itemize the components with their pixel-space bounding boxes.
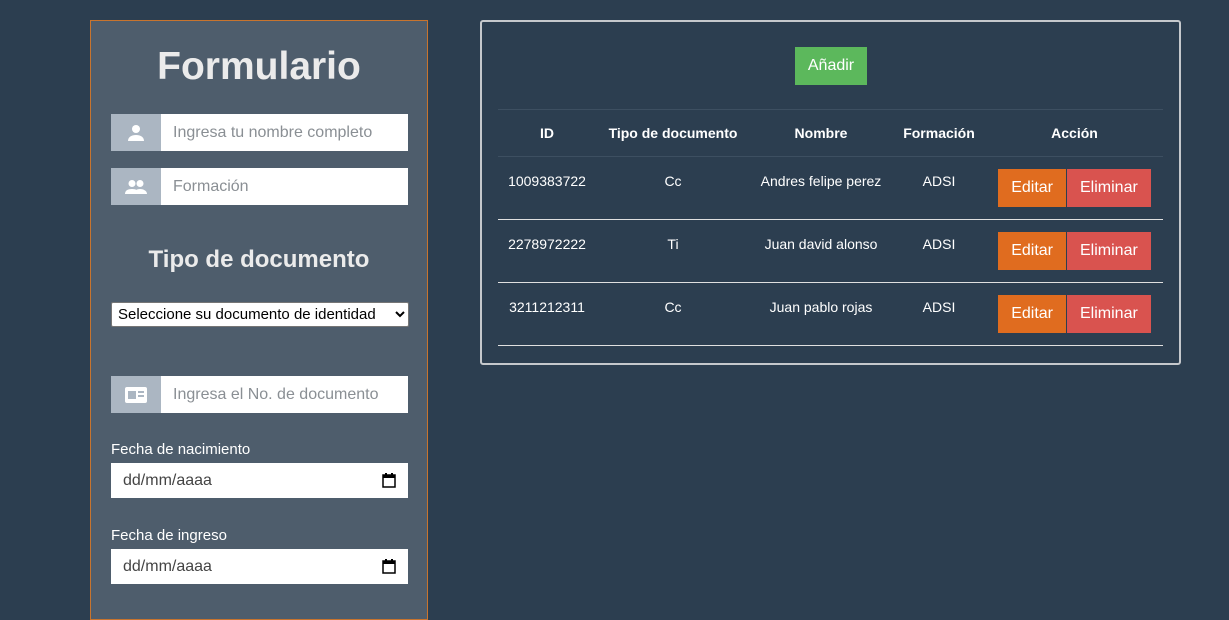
cell-id: 3211212311	[498, 282, 596, 346]
header-name: Nombre	[750, 109, 892, 157]
cell-doc-type: Cc	[596, 282, 750, 346]
user-icon	[111, 114, 161, 151]
cell-name: Juan pablo rojas	[750, 282, 892, 346]
cell-actions: Editar Eliminar	[986, 282, 1163, 346]
cell-id: 2278972222	[498, 219, 596, 283]
doc-number-input-group	[111, 376, 408, 413]
name-input[interactable]	[161, 114, 408, 151]
calendar-icon[interactable]	[382, 473, 396, 488]
header-id: ID	[498, 109, 596, 157]
calendar-icon[interactable]	[382, 559, 396, 574]
cell-actions: Editar Eliminar	[986, 156, 1163, 220]
birth-date-input[interactable]: dd/mm/aaaa	[111, 463, 408, 498]
records-card: Añadir ID Tipo de documento Nombre Forma…	[480, 20, 1181, 365]
table-row: 1009383722 Cc Andres felipe perez ADSI E…	[498, 156, 1163, 220]
users-icon	[111, 168, 161, 205]
table-header-row: ID Tipo de documento Nombre Formación Ac…	[498, 109, 1163, 157]
entry-date-input[interactable]: dd/mm/aaaa	[111, 549, 408, 584]
formation-input-group	[111, 168, 408, 205]
add-button[interactable]: Añadir	[795, 47, 867, 85]
cell-name: Andres felipe perez	[750, 156, 892, 220]
cell-formation: ADSI	[892, 282, 986, 346]
form-panel: Formulario Tipo de documento Seleccione …	[90, 20, 428, 620]
doc-type-title: Tipo de documento	[148, 246, 370, 273]
table-row: 2278972222 Ti Juan david alonso ADSI Edi…	[498, 219, 1163, 283]
cell-doc-type: Cc	[596, 156, 750, 220]
edit-button[interactable]: Editar	[998, 295, 1066, 333]
cell-name: Juan david alonso	[750, 219, 892, 283]
doc-type-select[interactable]: Seleccione su documento de identidad	[111, 302, 409, 327]
form-title: Formulario	[157, 45, 361, 88]
cell-id: 1009383722	[498, 156, 596, 220]
birth-date-value: dd/mm/aaaa	[123, 471, 212, 489]
header-action: Acción	[986, 109, 1163, 157]
entry-date-value: dd/mm/aaaa	[123, 557, 212, 575]
cell-actions: Editar Eliminar	[986, 219, 1163, 283]
delete-button[interactable]: Eliminar	[1067, 232, 1151, 270]
cell-formation: ADSI	[892, 156, 986, 220]
id-card-icon	[111, 376, 161, 413]
edit-button[interactable]: Editar	[998, 169, 1066, 207]
records-table: ID Tipo de documento Nombre Formación Ac…	[498, 109, 1163, 346]
birth-date-label: Fecha de nacimiento	[111, 441, 251, 458]
delete-button[interactable]: Eliminar	[1067, 295, 1151, 333]
delete-button[interactable]: Eliminar	[1067, 169, 1151, 207]
entry-date-label: Fecha de ingreso	[111, 527, 227, 544]
doc-number-input[interactable]	[161, 376, 408, 413]
edit-button[interactable]: Editar	[998, 232, 1066, 270]
header-formation: Formación	[892, 109, 986, 157]
cell-doc-type: Ti	[596, 219, 750, 283]
table-row: 3211212311 Cc Juan pablo rojas ADSI Edit…	[498, 282, 1163, 346]
header-doc-type: Tipo de documento	[596, 109, 750, 157]
formation-input[interactable]	[161, 168, 408, 205]
cell-formation: ADSI	[892, 219, 986, 283]
name-input-group	[111, 114, 408, 151]
